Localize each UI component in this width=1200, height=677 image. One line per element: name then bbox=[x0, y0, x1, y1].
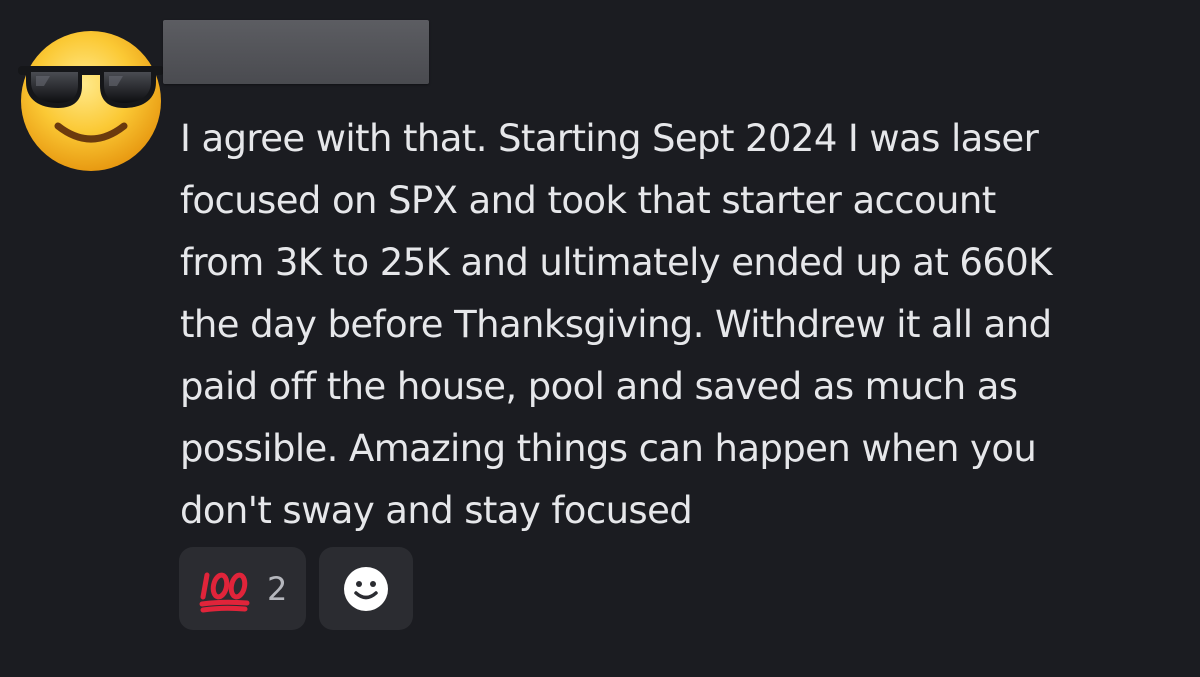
sunglasses-smiley-emoji-icon bbox=[18, 31, 164, 171]
add-reaction-smiley-icon bbox=[344, 567, 388, 611]
user-avatar[interactable] bbox=[14, 22, 168, 176]
reaction-count: 2 bbox=[267, 570, 288, 608]
hundred-points-emoji-icon bbox=[199, 572, 250, 613]
reaction-hundred-points[interactable]: 2 bbox=[179, 547, 306, 630]
author-name-redacted[interactable] bbox=[163, 20, 429, 84]
message-content: I agree with that. Starting Sept 2024 I … bbox=[180, 117, 1052, 532]
add-reaction-button[interactable] bbox=[319, 547, 413, 630]
chat-message: I agree with that. Starting Sept 2024 I … bbox=[0, 0, 1200, 677]
